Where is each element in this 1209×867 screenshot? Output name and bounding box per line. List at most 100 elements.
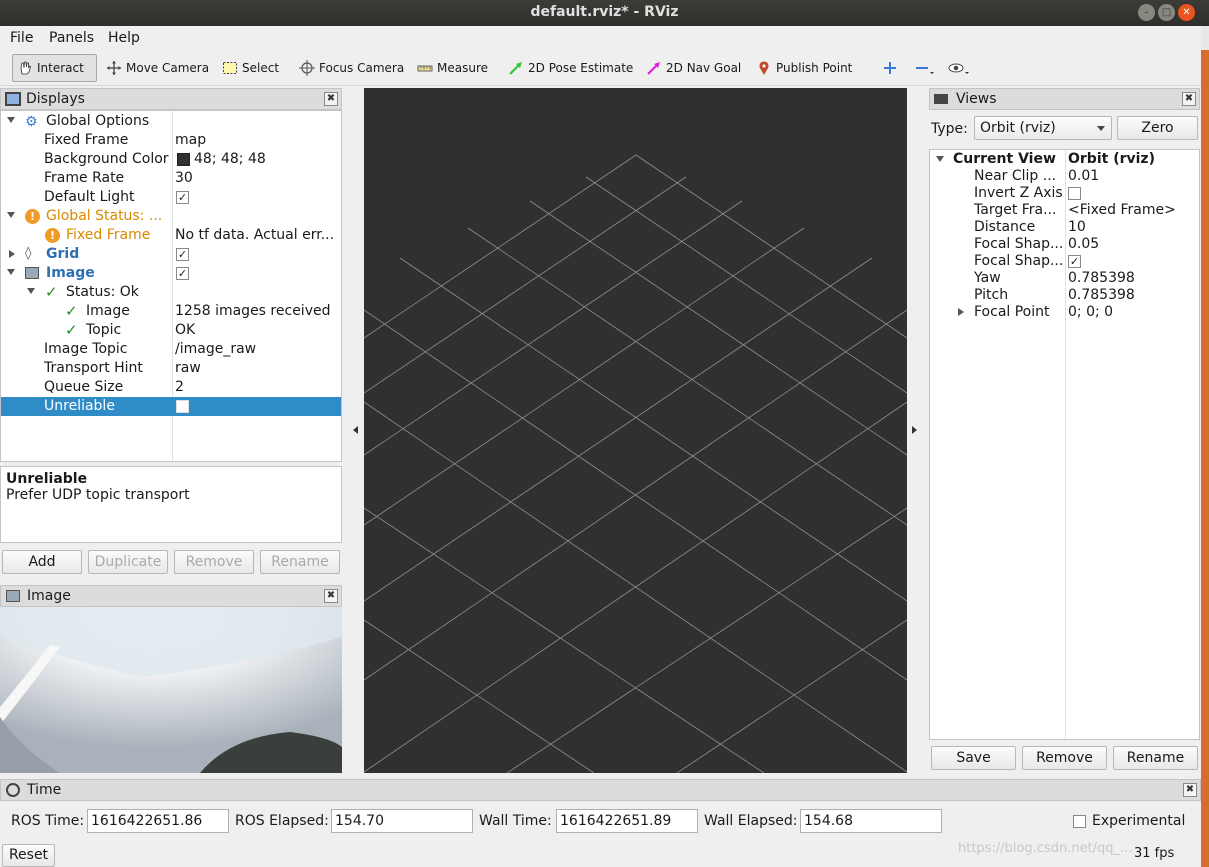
move-camera-label: Move Camera bbox=[126, 61, 210, 75]
wall-elapsed-label: Wall Elapsed: bbox=[704, 813, 798, 829]
status-image-row[interactable]: ✓ Image 1258 images received bbox=[1, 302, 341, 321]
remove-display-button[interactable]: Remove bbox=[174, 550, 254, 574]
fixed-frame-row[interactable]: Fixed Frame map bbox=[1, 131, 341, 150]
reset-button[interactable]: Reset bbox=[2, 844, 55, 867]
displays-close-button[interactable]: ✖ bbox=[324, 92, 338, 106]
move-camera-tool[interactable]: Move Camera bbox=[102, 54, 213, 82]
menu-panels[interactable]: Panels bbox=[49, 30, 94, 46]
warning-icon: ! bbox=[45, 228, 60, 243]
maximize-button[interactable]: □ bbox=[1158, 4, 1175, 21]
zero-button[interactable]: Zero bbox=[1117, 116, 1198, 140]
nav-goal-tool[interactable]: 2D Nav Goal bbox=[642, 54, 745, 82]
remove-view-button[interactable]: Remove bbox=[1022, 746, 1107, 770]
displays-tree: ⚙ Global Options Fixed Frame map Backgro… bbox=[0, 110, 342, 462]
view-type-select[interactable]: Orbit (rviz) bbox=[974, 116, 1112, 140]
ros-elapsed-field[interactable]: 154.70 bbox=[331, 809, 473, 833]
view-prop-row[interactable]: Near Clip ... 0.01 bbox=[930, 168, 1199, 185]
interact-tool[interactable]: Interact bbox=[12, 54, 97, 82]
publish-point-tool[interactable]: Publish Point bbox=[752, 54, 856, 82]
collapse-left-arrow[interactable] bbox=[353, 426, 358, 434]
views-tree: Current View Orbit (rviz) Near Clip ... … bbox=[929, 149, 1200, 740]
move-arrows-icon bbox=[106, 60, 122, 76]
wall-elapsed-field[interactable]: 154.68 bbox=[800, 809, 942, 833]
current-view-row[interactable]: Current View Orbit (rviz) bbox=[930, 151, 1199, 168]
image-panel-title: Image bbox=[27, 588, 71, 604]
view-type-label: Type: bbox=[931, 121, 968, 137]
unreliable-row[interactable]: Unreliable bbox=[1, 397, 341, 416]
remove-tool-button[interactable] bbox=[910, 54, 934, 82]
global-status-row[interactable]: ! Global Status: ... bbox=[1, 207, 341, 226]
time-close-button[interactable]: ✖ bbox=[1183, 783, 1197, 797]
image-checkbox[interactable]: ✓ bbox=[176, 267, 189, 280]
time-title: Time bbox=[27, 782, 62, 798]
checkmark-icon: ✓ bbox=[65, 321, 78, 339]
image-topic-row[interactable]: Image Topic /image_raw bbox=[1, 340, 341, 359]
add-tool-button[interactable] bbox=[878, 54, 902, 82]
pose-estimate-label: 2D Pose Estimate bbox=[528, 61, 634, 75]
wall-time-field[interactable]: 1616422651.89 bbox=[556, 809, 698, 833]
experimental-checkbox[interactable] bbox=[1073, 815, 1086, 828]
frame-rate-row[interactable]: Frame Rate 30 bbox=[1, 169, 341, 188]
checkmark-icon: ✓ bbox=[45, 283, 58, 301]
view-prop-row[interactable]: Invert Z Axis bbox=[930, 185, 1199, 202]
status-ok-row[interactable]: ✓ Status: Ok bbox=[1, 283, 341, 302]
collapse-right-arrow[interactable] bbox=[912, 426, 917, 434]
focal-shape-checkbox[interactable]: ✓ bbox=[1068, 255, 1081, 268]
measure-tool[interactable]: Measure bbox=[413, 54, 492, 82]
grid-checkbox[interactable]: ✓ bbox=[176, 248, 189, 261]
view-prop-row[interactable]: Focal Shap... ✓ bbox=[930, 253, 1199, 270]
view-prop-row[interactable]: Focal Point 0; 0; 0 bbox=[930, 304, 1199, 321]
background-color-row[interactable]: Background Color 48; 48; 48 bbox=[1, 150, 341, 169]
close-window-button[interactable]: ✕ bbox=[1178, 4, 1195, 21]
minimize-button[interactable]: – bbox=[1138, 4, 1155, 21]
magenta-arrow-icon bbox=[646, 60, 662, 76]
save-view-button[interactable]: Save bbox=[931, 746, 1016, 770]
queue-size-row[interactable]: Queue Size 2 bbox=[1, 378, 341, 397]
menu-file[interactable]: File bbox=[10, 30, 33, 46]
default-light-checkbox[interactable]: ✓ bbox=[176, 191, 189, 204]
image-panel-close-button[interactable]: ✖ bbox=[324, 589, 338, 603]
image-display-row[interactable]: Image ✓ bbox=[1, 264, 341, 283]
ros-time-field[interactable]: 1616422651.86 bbox=[87, 809, 229, 833]
warning-icon: ! bbox=[25, 209, 40, 224]
status-fixed-frame-row[interactable]: ! Fixed Frame No tf data. Actual err... bbox=[1, 226, 341, 245]
view-prop-row[interactable]: Yaw 0.785398 bbox=[930, 270, 1199, 287]
menu-help[interactable]: Help bbox=[108, 30, 140, 46]
select-box-icon bbox=[222, 60, 238, 76]
experimental-label: Experimental bbox=[1092, 813, 1186, 829]
rename-view-button[interactable]: Rename bbox=[1113, 746, 1198, 770]
displays-panel-header: Displays ✖ bbox=[0, 88, 342, 110]
views-close-button[interactable]: ✖ bbox=[1182, 92, 1196, 106]
views-panel-header: Views ✖ bbox=[929, 88, 1200, 110]
minus-icon bbox=[914, 60, 934, 76]
focus-camera-label: Focus Camera bbox=[319, 61, 405, 75]
add-display-button[interactable]: Add bbox=[2, 550, 82, 574]
image-icon bbox=[25, 267, 39, 279]
publish-point-label: Publish Point bbox=[776, 61, 853, 75]
view-prop-row[interactable]: Focal Shap... 0.05 bbox=[930, 236, 1199, 253]
default-light-row[interactable]: Default Light ✓ bbox=[1, 188, 341, 207]
color-swatch[interactable] bbox=[177, 153, 190, 166]
status-topic-row[interactable]: ✓ Topic OK bbox=[1, 321, 341, 340]
views-title: Views bbox=[956, 91, 997, 107]
transport-hint-row[interactable]: Transport Hint raw bbox=[1, 359, 341, 378]
pose-estimate-tool[interactable]: 2D Pose Estimate bbox=[504, 54, 637, 82]
displays-title: Displays bbox=[26, 91, 85, 107]
global-options-row[interactable]: ⚙ Global Options bbox=[1, 112, 341, 131]
focus-camera-tool[interactable]: Focus Camera bbox=[295, 54, 408, 82]
monitor-icon bbox=[5, 92, 21, 106]
grid-row[interactable]: ◊ Grid ✓ bbox=[1, 245, 341, 264]
wall-time-label: Wall Time: bbox=[479, 813, 552, 829]
view-prop-row[interactable]: Pitch 0.785398 bbox=[930, 287, 1199, 304]
view-prop-row[interactable]: Target Fra... <Fixed Frame> bbox=[930, 202, 1199, 219]
view-prop-row[interactable]: Distance 10 bbox=[930, 219, 1199, 236]
nav-goal-label: 2D Nav Goal bbox=[666, 61, 742, 75]
select-tool[interactable]: Select bbox=[218, 54, 283, 82]
unreliable-checkbox[interactable] bbox=[176, 400, 189, 413]
rename-display-button[interactable]: Rename bbox=[260, 550, 340, 574]
view-tool-button[interactable] bbox=[944, 54, 969, 82]
description-text: Prefer UDP topic transport bbox=[6, 487, 190, 503]
duplicate-display-button[interactable]: Duplicate bbox=[88, 550, 168, 574]
invert-z-checkbox[interactable] bbox=[1068, 187, 1081, 200]
3d-render-view[interactable] bbox=[363, 88, 908, 774]
